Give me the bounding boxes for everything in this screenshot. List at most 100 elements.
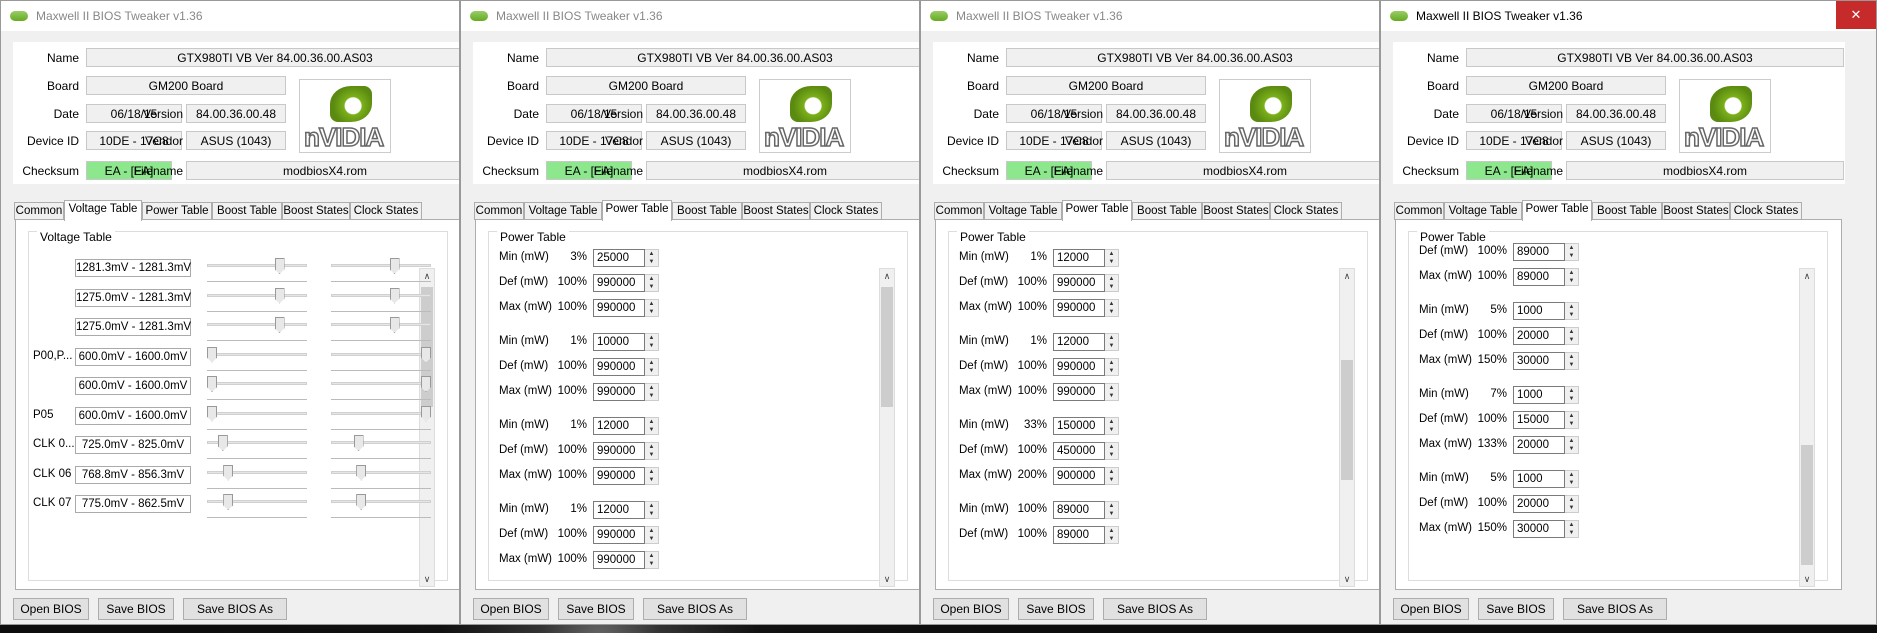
power-value-input[interactable]: 990000 — [593, 383, 645, 401]
voltage-slider-handle[interactable] — [389, 287, 400, 304]
vertical-scrollbar[interactable]: ∧ ∨ — [1339, 268, 1355, 587]
power-value-input[interactable]: 25000 — [593, 249, 645, 267]
tab-power-table[interactable]: Power Table — [1522, 200, 1592, 221]
spin-arrows-icon[interactable]: ▲ ▼ — [1105, 299, 1119, 317]
power-value-input[interactable]: 990000 — [593, 551, 645, 569]
power-value-input[interactable]: 30000 — [1513, 352, 1565, 370]
tab-power-table[interactable]: Power Table — [602, 200, 672, 221]
scroll-up-icon[interactable]: ∧ — [1800, 269, 1814, 283]
voltage-slider-track[interactable] — [207, 411, 307, 415]
power-value-input[interactable]: 450000 — [1053, 442, 1105, 460]
title-bar[interactable]: Maxwell II BIOS Tweaker v1.36 — [461, 1, 919, 31]
power-value-input[interactable]: 20000 — [1513, 327, 1565, 345]
spin-arrows-icon[interactable]: ▲ ▼ — [1105, 249, 1119, 267]
tab-boost-states[interactable]: Boost States — [742, 202, 810, 220]
voltage-slider-handle[interactable] — [389, 258, 400, 274]
tab-voltage-table[interactable]: Voltage Table — [1444, 202, 1522, 220]
voltage-slider-handle[interactable] — [356, 494, 367, 510]
voltage-slider-track[interactable] — [331, 352, 431, 356]
power-value-input[interactable]: 990000 — [593, 274, 645, 292]
tab-clock-states[interactable]: Clock States — [1730, 202, 1802, 220]
tab-common[interactable]: Common — [1394, 202, 1444, 220]
power-value-input[interactable]: 990000 — [1053, 383, 1105, 401]
tab-voltage-table[interactable]: Voltage Table — [64, 200, 142, 221]
power-value-input[interactable]: 12000 — [1053, 333, 1105, 351]
spin-arrows-icon[interactable]: ▲ ▼ — [645, 383, 659, 401]
save-bios-button[interactable]: Save BIOS — [98, 598, 174, 620]
voltage-slider-track[interactable] — [207, 500, 307, 503]
power-value-input[interactable]: 990000 — [593, 526, 645, 544]
spin-arrows-icon[interactable]: ▲ ▼ — [1105, 417, 1119, 435]
power-value-input[interactable]: 990000 — [593, 299, 645, 317]
tab-boost-states[interactable]: Boost States — [1662, 202, 1730, 220]
spin-arrows-icon[interactable]: ▲ ▼ — [1565, 268, 1579, 286]
power-value-input[interactable]: 990000 — [1053, 358, 1105, 376]
voltage-slider-track[interactable] — [331, 323, 431, 326]
voltage-slider-track[interactable] — [331, 411, 431, 415]
power-value-input[interactable]: 12000 — [593, 501, 645, 519]
voltage-slider-handle[interactable] — [274, 258, 285, 274]
scroll-down-icon[interactable]: ∨ — [1800, 572, 1814, 586]
tab-clock-states[interactable]: Clock States — [1270, 202, 1342, 220]
voltage-slider-handle[interactable] — [223, 464, 234, 481]
power-value-input[interactable]: 900000 — [1053, 467, 1105, 485]
voltage-slider-handle[interactable] — [223, 494, 234, 510]
spin-arrows-icon[interactable]: ▲ ▼ — [645, 501, 659, 519]
power-value-input[interactable]: 990000 — [1053, 299, 1105, 317]
voltage-slider-handle[interactable] — [353, 435, 364, 451]
scroll-up-icon[interactable]: ∧ — [880, 269, 894, 283]
scroll-thumb[interactable] — [1341, 360, 1353, 481]
voltage-slider-track[interactable] — [331, 441, 431, 444]
voltage-slider-track[interactable] — [207, 470, 307, 474]
spin-arrows-icon[interactable]: ▲ ▼ — [1565, 520, 1579, 538]
spin-arrows-icon[interactable]: ▲ ▼ — [645, 274, 659, 292]
scroll-thumb[interactable] — [1801, 444, 1813, 565]
tab-clock-states[interactable]: Clock States — [350, 202, 422, 220]
power-value-input[interactable]: 89000 — [1053, 501, 1105, 519]
spin-arrows-icon[interactable]: ▲ ▼ — [1105, 442, 1119, 460]
voltage-slider-handle[interactable] — [356, 464, 367, 481]
spin-arrows-icon[interactable]: ▲ ▼ — [1105, 383, 1119, 401]
voltage-slider-track[interactable] — [331, 500, 431, 503]
tab-power-table[interactable]: Power Table — [142, 202, 212, 220]
save-as-bios-button[interactable]: Save BIOS As — [183, 598, 287, 620]
power-value-input[interactable]: 89000 — [1053, 526, 1105, 544]
power-value-input[interactable]: 1000 — [1513, 302, 1565, 320]
voltage-slider-track[interactable] — [207, 323, 307, 326]
spin-arrows-icon[interactable]: ▲ ▼ — [1565, 495, 1579, 513]
tab-common[interactable]: Common — [474, 202, 524, 220]
spin-arrows-icon[interactable]: ▲ ▼ — [1105, 526, 1119, 544]
voltage-slider-track[interactable] — [207, 352, 307, 356]
power-value-input[interactable]: 15000 — [1513, 411, 1565, 429]
tab-voltage-table[interactable]: Voltage Table — [524, 202, 602, 220]
open-bios-button[interactable]: Open BIOS — [1393, 598, 1469, 620]
power-value-input[interactable]: 150000 — [1053, 417, 1105, 435]
power-value-input[interactable]: 20000 — [1513, 436, 1565, 454]
voltage-slider-handle[interactable] — [389, 317, 400, 333]
power-value-input[interactable]: 12000 — [593, 417, 645, 435]
voltage-slider-track[interactable] — [331, 293, 431, 297]
voltage-slider-track[interactable] — [331, 264, 431, 267]
tab-boost-table[interactable]: Boost Table — [1132, 202, 1202, 220]
save-bios-button[interactable]: Save BIOS — [558, 598, 634, 620]
power-value-input[interactable]: 990000 — [1053, 274, 1105, 292]
power-value-input[interactable]: 990000 — [593, 442, 645, 460]
vertical-scrollbar[interactable]: ∧ ∨ — [879, 268, 895, 587]
spin-arrows-icon[interactable]: ▲ ▼ — [1105, 358, 1119, 376]
save-as-bios-button[interactable]: Save BIOS As — [1103, 598, 1207, 620]
title-bar[interactable]: Maxwell II BIOS Tweaker v1.36 ✕ — [1381, 1, 1876, 31]
voltage-slider-handle[interactable] — [274, 287, 285, 304]
scroll-up-icon[interactable]: ∧ — [1340, 269, 1354, 283]
scroll-down-icon[interactable]: ∨ — [420, 572, 434, 586]
tab-boost-states[interactable]: Boost States — [282, 202, 350, 220]
power-value-input[interactable]: 10000 — [593, 333, 645, 351]
power-value-input[interactable]: 30000 — [1513, 520, 1565, 538]
spin-arrows-icon[interactable]: ▲ ▼ — [1565, 243, 1579, 261]
spin-arrows-icon[interactable]: ▲ ▼ — [645, 417, 659, 435]
voltage-slider-handle[interactable] — [207, 346, 217, 363]
voltage-slider-track[interactable] — [331, 470, 431, 474]
voltage-slider-track[interactable] — [207, 293, 307, 297]
save-bios-button[interactable]: Save BIOS — [1478, 598, 1554, 620]
save-as-bios-button[interactable]: Save BIOS As — [1563, 598, 1667, 620]
spin-arrows-icon[interactable]: ▲ ▼ — [645, 358, 659, 376]
